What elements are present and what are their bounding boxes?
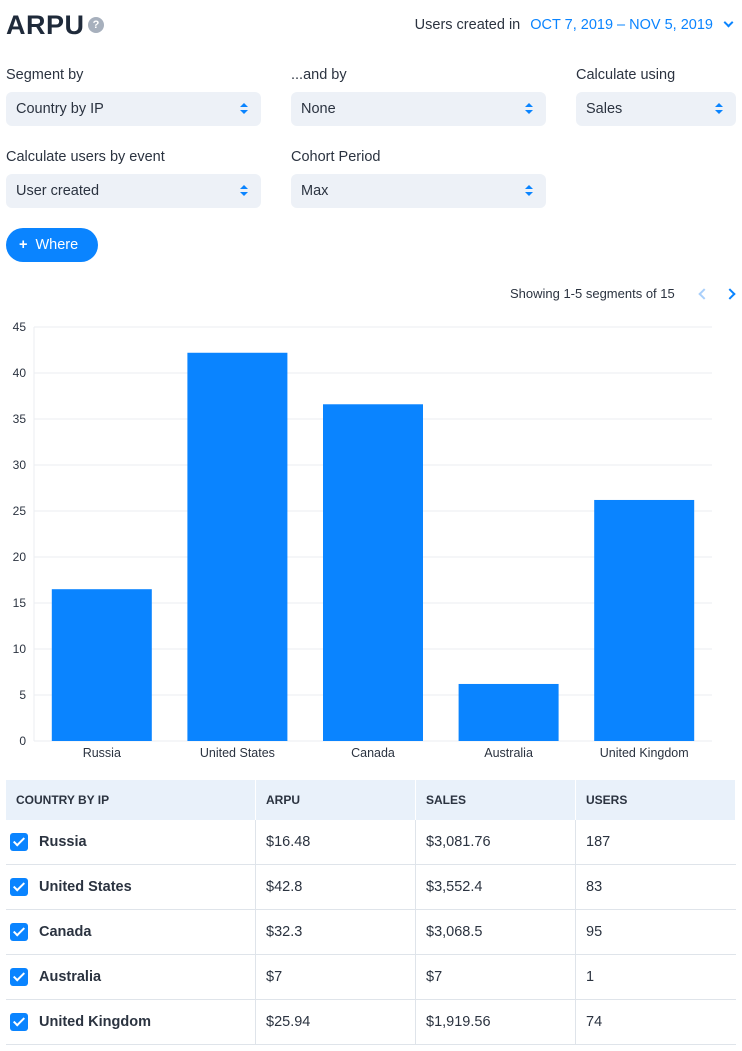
date-range-label: Users created in — [414, 17, 521, 33]
table-row: Russia $16.48 $3,081.76 187 — [6, 820, 736, 865]
and-by-value: None — [301, 101, 336, 117]
x-tick-label: Australia — [484, 746, 533, 760]
checkbox-checked-icon[interactable] — [10, 1013, 28, 1031]
cohort-period-select[interactable]: Max — [291, 174, 546, 208]
select-arrows-icon — [525, 185, 533, 197]
users-by-event-label: Calculate users by event — [6, 149, 165, 165]
bar-russia — [51, 589, 152, 741]
y-tick-label: 40 — [13, 366, 27, 380]
calculate-using-select[interactable]: Sales — [576, 92, 736, 126]
select-arrows-icon — [240, 103, 248, 115]
y-tick-label: 10 — [13, 642, 27, 656]
users-by-event-value: User created — [16, 183, 100, 199]
y-tick-label: 25 — [13, 504, 27, 518]
chevron-down-icon[interactable] — [723, 17, 734, 28]
segment-pager: Showing 1-5 segments of 15 — [509, 286, 736, 301]
country-cell: United Kingdom — [6, 1000, 256, 1044]
sales-cell: $3,068.5 — [416, 910, 576, 954]
arpu-cell: $7 — [256, 955, 416, 999]
bar-australia — [458, 683, 559, 741]
x-tick-label: Canada — [351, 746, 395, 760]
table-row: United States $42.8 $3,552.4 83 — [6, 865, 736, 910]
arpu-cell: $25.94 — [256, 1000, 416, 1044]
arpu-bar-chart: 0 5 10 15 20 25 30 35 40 45 Russia United States Can… — [13, 320, 712, 760]
select-arrows-icon — [525, 103, 533, 115]
country-name: Canada — [39, 924, 92, 940]
select-arrows-icon — [715, 103, 723, 115]
column-header-country[interactable]: COUNTRY BY IP — [6, 780, 256, 820]
calculate-using-value: Sales — [586, 101, 623, 117]
arpu-cell: $42.8 — [256, 865, 416, 909]
select-arrows-icon — [240, 185, 248, 197]
plus-icon: + — [19, 237, 28, 253]
country-name: Australia — [39, 969, 102, 985]
y-tick-label: 20 — [13, 550, 27, 564]
x-tick-label: Russia — [83, 746, 121, 760]
country-cell: Australia — [6, 955, 256, 999]
bar-united-states — [187, 352, 288, 741]
sales-cell: $3,552.4 — [416, 865, 576, 909]
pager-text: Showing 1-5 segments of 15 — [509, 286, 675, 301]
country-name: United States — [39, 879, 132, 895]
table-header-row: COUNTRY BY IP ARPU SALES USERS — [6, 780, 736, 820]
users-by-event-select[interactable]: User created — [6, 174, 261, 208]
y-tick-label: 15 — [13, 596, 27, 610]
cohort-period-value: Max — [301, 183, 329, 199]
add-where-button[interactable]: + Where — [6, 228, 98, 262]
country-name: United Kingdom — [39, 1014, 151, 1030]
page-header: ARPU ? Users created in OCT 7, 2019 – NO… — [6, 10, 736, 42]
users-cell: 83 — [586, 879, 603, 895]
help-icon[interactable]: ? — [88, 17, 104, 33]
and-by-label: ...and by — [291, 67, 347, 83]
x-tick-label: United Kingdom — [600, 746, 689, 760]
sales-cell: $3,081.76 — [416, 820, 576, 864]
chevron-right-icon[interactable] — [724, 288, 736, 300]
arpu-cell: $16.48 — [256, 820, 416, 864]
sales-cell: $1,919.56 — [416, 1000, 576, 1044]
cohort-period-label: Cohort Period — [291, 149, 381, 165]
country-name: Russia — [39, 834, 87, 850]
country-cell: Canada — [6, 910, 256, 954]
bar-united-kingdom — [594, 499, 695, 741]
country-cell: Russia — [6, 820, 256, 864]
checkbox-checked-icon[interactable] — [10, 833, 28, 851]
column-header-sales[interactable]: SALES — [416, 780, 576, 820]
checkbox-checked-icon[interactable] — [10, 923, 28, 941]
checkbox-checked-icon[interactable] — [10, 878, 28, 896]
y-tick-label: 30 — [13, 458, 27, 472]
segment-by-label: Segment by — [6, 67, 84, 83]
column-header-users[interactable]: USERS — [576, 780, 736, 820]
date-range-value[interactable]: OCT 7, 2019 – NOV 5, 2019 — [530, 17, 713, 33]
y-tick-label: 0 — [19, 734, 26, 748]
page-title: ARPU — [6, 10, 85, 40]
segment-by-select[interactable]: Country by IP — [6, 92, 261, 126]
users-cell: 1 — [586, 969, 595, 985]
date-range-picker[interactable]: Users created in OCT 7, 2019 – NOV 5, 20… — [414, 17, 734, 33]
x-tick-label: United States — [200, 746, 275, 760]
table-row: United Kingdom $25.94 $1,919.56 74 — [6, 1000, 736, 1045]
users-cell: 187 — [586, 834, 611, 850]
where-button-label: Where — [35, 237, 79, 253]
sales-cell: $7 — [416, 955, 576, 999]
y-tick-label: 35 — [13, 412, 27, 426]
bar-canada — [323, 404, 423, 741]
segment-by-value: Country by IP — [16, 101, 104, 117]
table-row: Canada $32.3 $3,068.5 95 — [6, 910, 736, 955]
segments-table: COUNTRY BY IP ARPU SALES USERS Russia $1… — [6, 780, 736, 1045]
users-cell: 95 — [586, 924, 603, 940]
table-row: Australia $7 $7 1 — [6, 955, 736, 1000]
and-by-select[interactable]: None — [291, 92, 546, 126]
chevron-left-icon[interactable] — [698, 288, 711, 300]
column-header-arpu[interactable]: ARPU — [256, 780, 416, 820]
y-tick-label: 45 — [13, 320, 27, 334]
arpu-cell: $32.3 — [256, 910, 416, 954]
y-tick-label: 5 — [19, 688, 26, 702]
calculate-using-label: Calculate using — [576, 67, 676, 83]
users-cell: 74 — [586, 1014, 603, 1030]
checkbox-checked-icon[interactable] — [10, 968, 28, 986]
country-cell: United States — [6, 865, 256, 909]
